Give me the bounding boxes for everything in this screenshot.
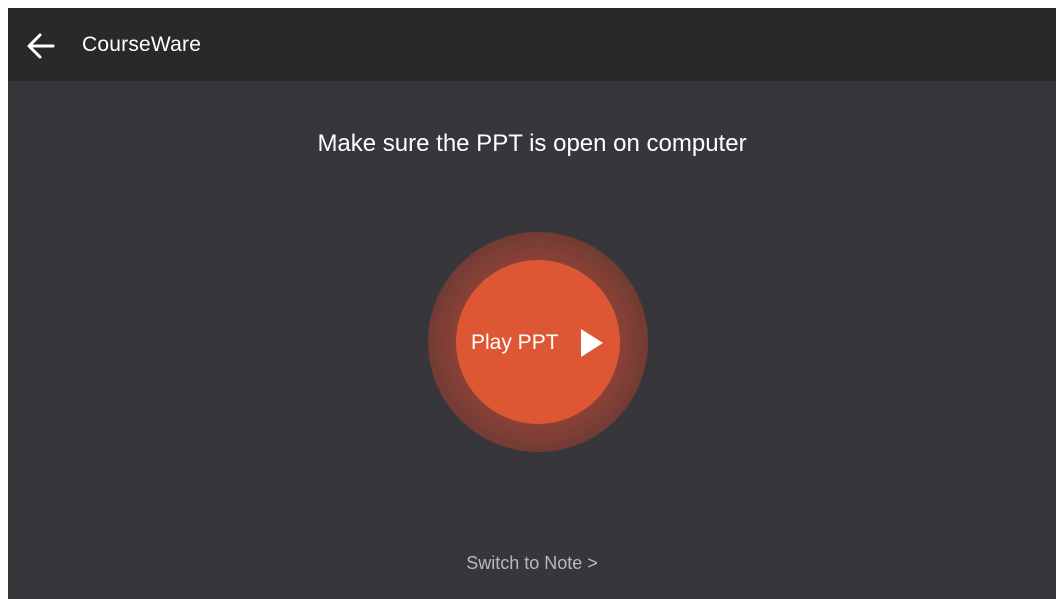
- play-ppt-label: Play PPT: [471, 331, 559, 354]
- play-triangle-icon: [579, 327, 605, 359]
- instruction-text: Make sure the PPT is open on computer: [317, 130, 747, 157]
- back-button[interactable]: [22, 26, 62, 66]
- switch-to-note-link[interactable]: Switch to Note >: [8, 552, 1056, 574]
- arrow-left-icon: [27, 33, 55, 59]
- top-bar: CourseWare: [8, 8, 1056, 81]
- page-title: CourseWare: [82, 33, 202, 56]
- courseware-screen: CourseWare Make sure the PPT is open on …: [8, 8, 1056, 599]
